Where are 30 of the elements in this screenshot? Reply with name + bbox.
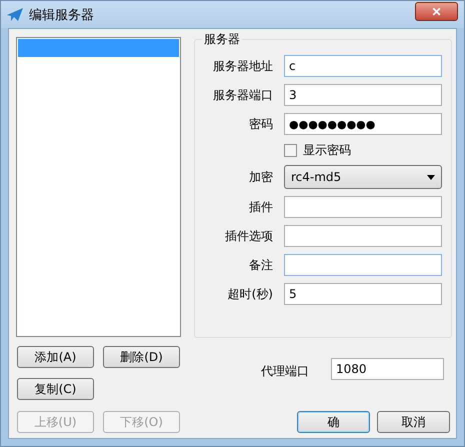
server-list[interactable]: [16, 37, 181, 337]
input-field[interactable]: [284, 196, 442, 218]
field-label: 超时(秒): [226, 286, 273, 302]
field-label: 加密: [248, 168, 273, 186]
proxy-port-field[interactable]: 1080: [331, 358, 444, 380]
input-field[interactable]: 3: [284, 84, 442, 106]
list-button[interactable]: 复制(C): [17, 378, 94, 400]
dropdown-arrow-icon: [427, 174, 435, 180]
dialog-button[interactable]: 取消: [377, 411, 450, 433]
window-title: 编辑服务器: [29, 6, 95, 24]
field-label: 插件: [248, 198, 273, 216]
proxy-port-label: 代理端口: [261, 363, 309, 380]
list-button[interactable]: 删除(D): [103, 346, 180, 368]
input-field[interactable]: c: [284, 55, 442, 77]
field-label: 服务器地址: [212, 58, 273, 74]
field-label: 插件选项: [224, 228, 273, 244]
checkbox[interactable]: [284, 144, 297, 156]
field-label: 备注: [248, 256, 273, 274]
field-label: 服务器端口: [212, 86, 273, 104]
encryption-dropdown[interactable]: rc4-md5: [284, 165, 442, 189]
list-button[interactable]: 添加(A): [17, 346, 94, 368]
password-field[interactable]: ●●●●●●●●●: [284, 113, 442, 135]
field-label: 密码: [248, 116, 273, 132]
input-field[interactable]: [284, 225, 442, 247]
group-title: 服务器: [202, 31, 242, 48]
input-field[interactable]: [284, 254, 442, 276]
dialog-button[interactable]: 确: [297, 411, 370, 433]
paper-plane-icon: [7, 8, 23, 22]
checkbox-label[interactable]: 显示密码: [303, 142, 351, 158]
input-field[interactable]: 5: [284, 283, 442, 305]
